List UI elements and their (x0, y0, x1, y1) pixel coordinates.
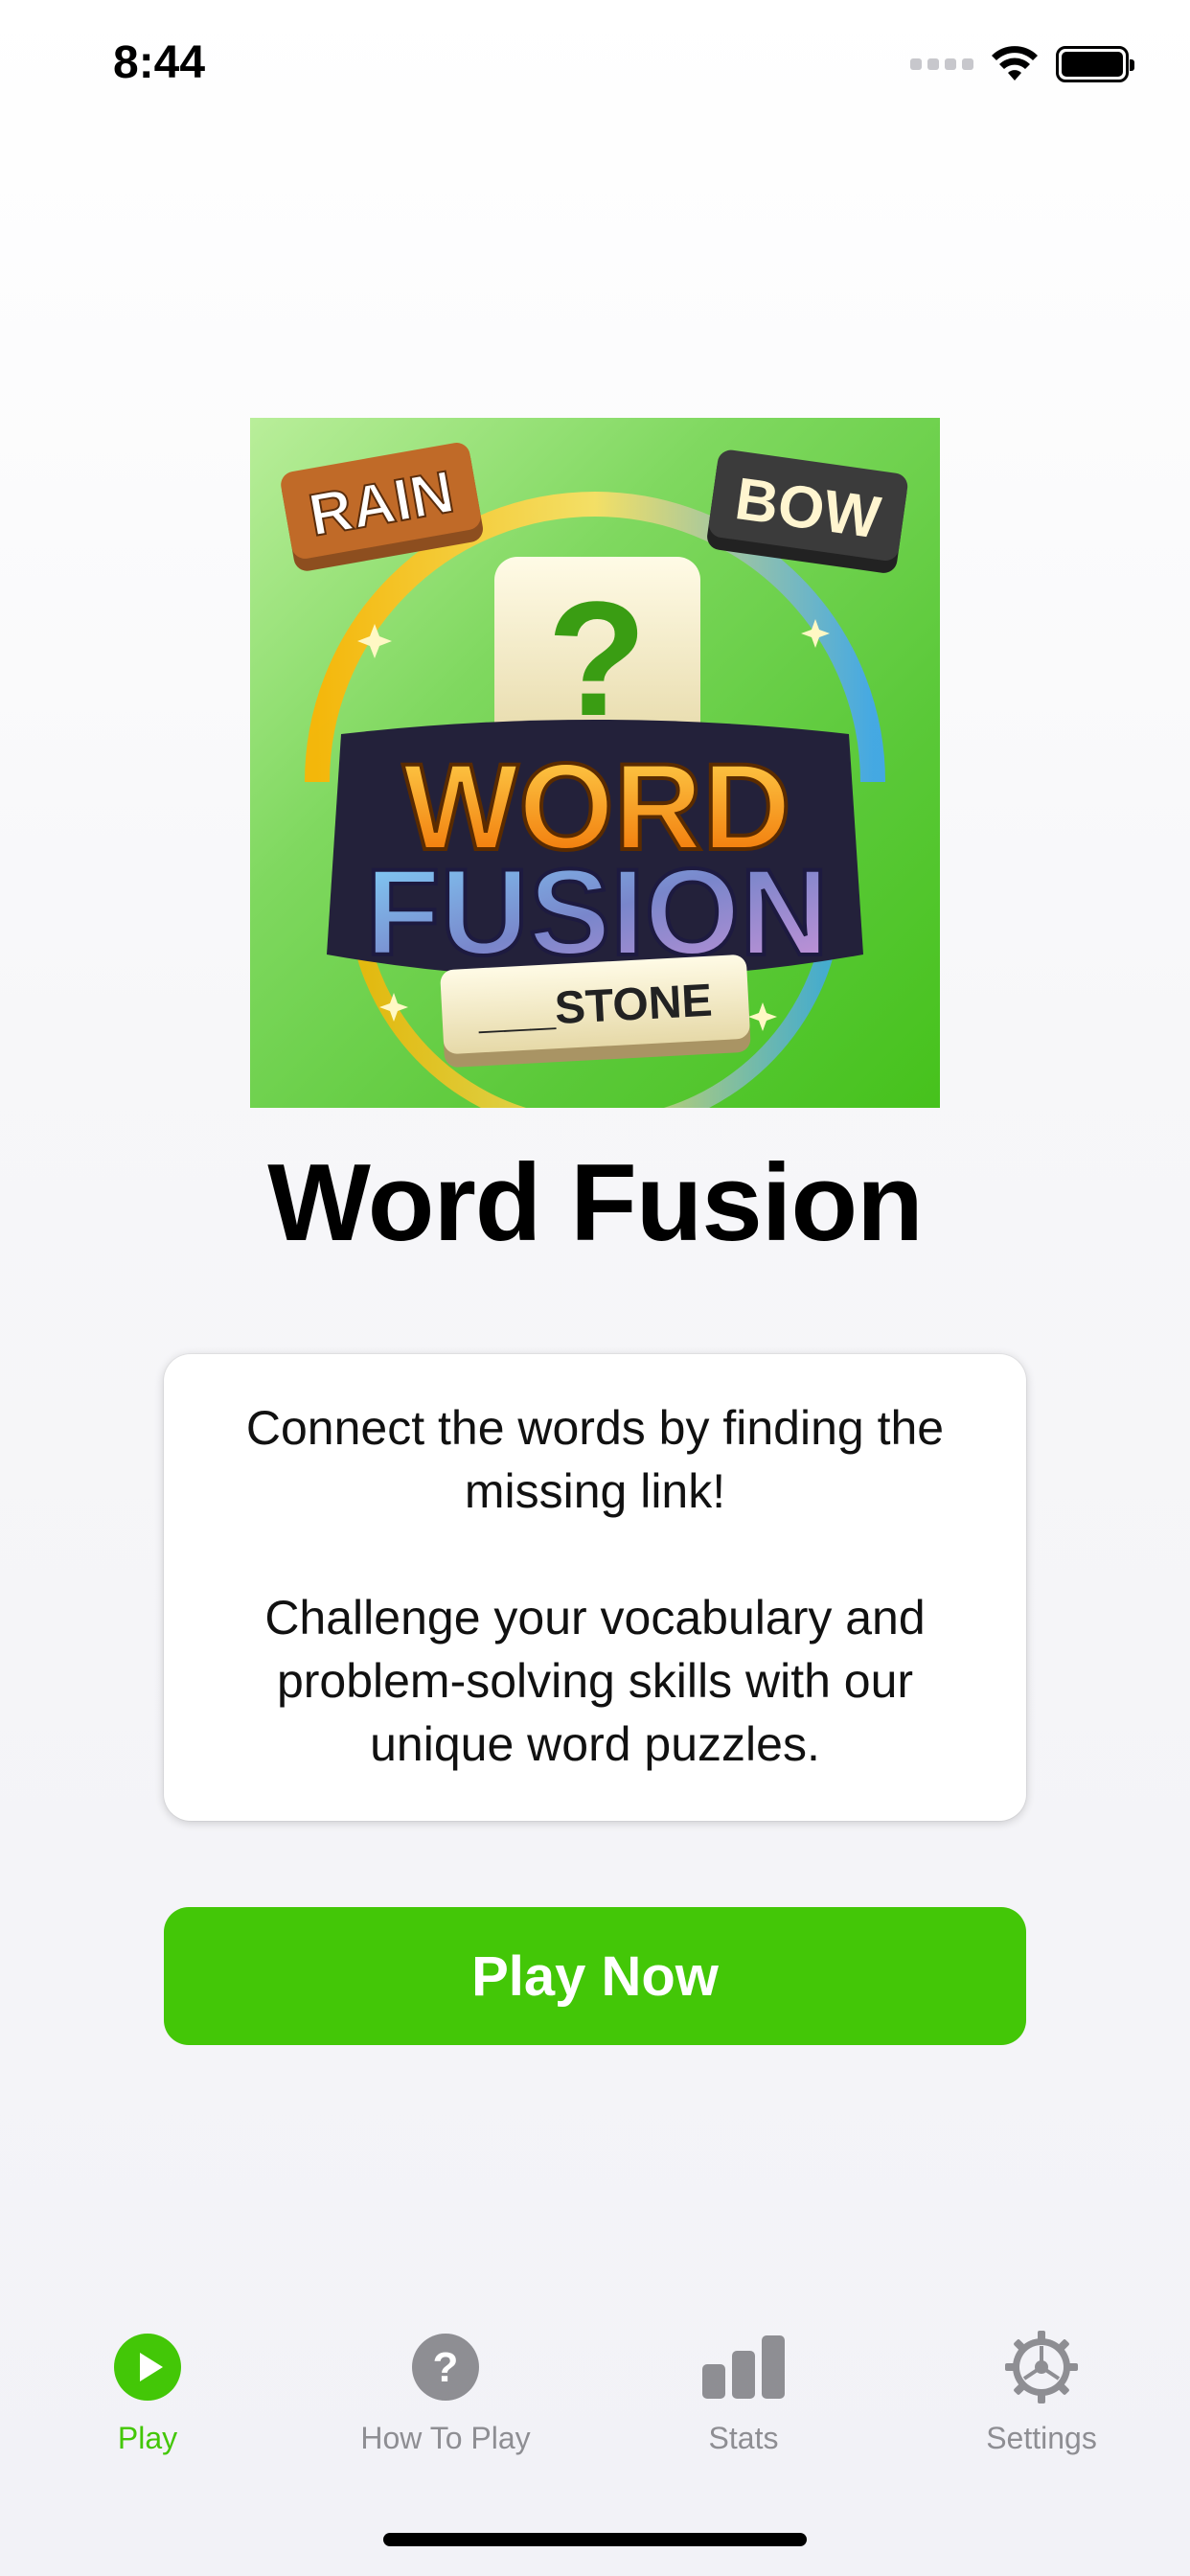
home-indicator (383, 2533, 807, 2546)
description-paragraph-1: Connect the words by finding the missing… (245, 1401, 945, 1518)
tab-stats[interactable]: Stats (619, 2329, 868, 2456)
cellular-dots-icon (910, 58, 973, 70)
hero-logo-image: RAIN BOW ? WORD FUSION ___STONE (250, 418, 940, 1108)
battery-icon (1056, 46, 1134, 82)
status-time: 8:44 (113, 37, 206, 88)
tab-stats-label: Stats (708, 2421, 779, 2455)
play-circle-icon (23, 2329, 272, 2405)
tab-play[interactable]: Play (23, 2329, 272, 2456)
tab-settings-label: Settings (986, 2421, 1097, 2455)
bar-chart-icon (619, 2329, 868, 2405)
tab-how-to-play-label: How To Play (360, 2421, 531, 2455)
wifi-icon (992, 46, 1038, 80)
logo-fusion-text: FUSION (365, 844, 829, 981)
question-circle-icon: ? (321, 2329, 570, 2405)
tab-settings[interactable]: Settings (917, 2329, 1166, 2456)
tab-play-label: Play (117, 2421, 178, 2455)
tab-bar: Play ? How To Play Stats Settings (0, 2329, 1190, 2492)
gear-icon (917, 2329, 1166, 2405)
status-bar: 8:44 (0, 0, 1190, 134)
app-title: Word Fusion (267, 1142, 923, 1264)
description-paragraph-2: Challenge your vocabulary and problem-so… (264, 1591, 926, 1771)
tab-how-to-play[interactable]: ? How To Play (321, 2329, 570, 2456)
description-card: Connect the words by finding the missing… (164, 1354, 1026, 1821)
play-now-button[interactable]: Play Now (164, 1907, 1026, 2045)
word-fusion-logo: RAIN BOW ? WORD FUSION ___STONE (281, 443, 908, 1108)
svg-text:?: ? (433, 2344, 459, 2391)
status-icons (910, 46, 1134, 82)
